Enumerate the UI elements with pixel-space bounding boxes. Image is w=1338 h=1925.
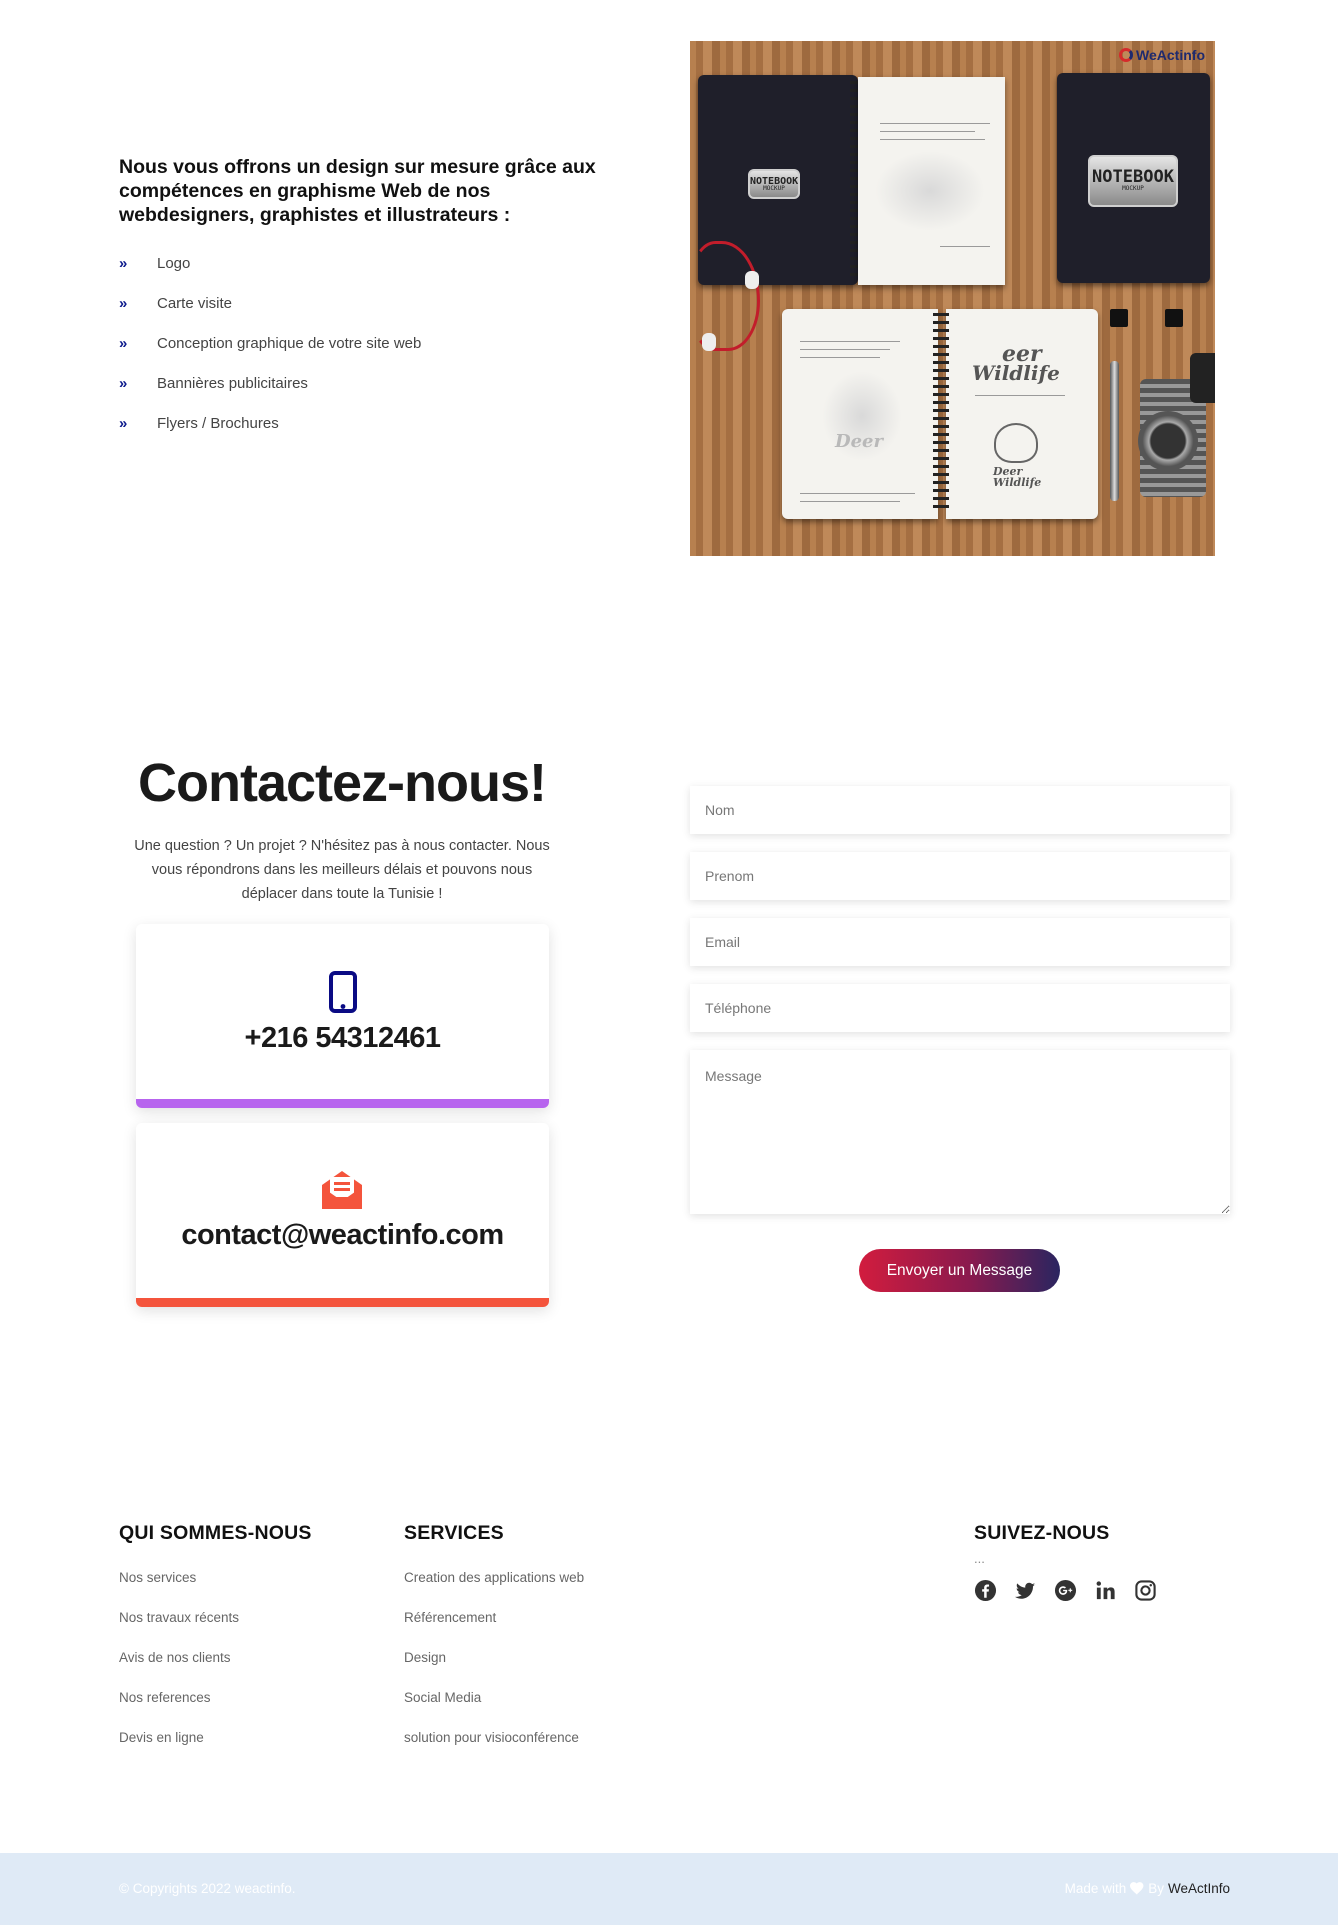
footer-link-design[interactable]: Design — [404, 1638, 584, 1678]
footer-link-referencement[interactable]: Référencement — [404, 1598, 584, 1638]
binder-clip — [1110, 309, 1128, 327]
deer-sketch-text: Deer — [835, 431, 883, 452]
weactinfo-logo: WeActinfo — [1119, 47, 1205, 63]
footer-about-title: QUI SOMMES-NOUS — [119, 1522, 312, 1544]
list-item: » Bannières publicitaires — [119, 363, 629, 403]
phone-card-accent-bar — [136, 1099, 549, 1108]
phone-decoration — [1190, 353, 1215, 403]
footer-about-column: QUI SOMMES-NOUS Nos services Nos travaux… — [119, 1520, 312, 1758]
service-label: Conception graphique de votre site web — [157, 334, 422, 352]
footer-about-links: Nos services Nos travaux récents Avis de… — [119, 1558, 312, 1758]
contact-title: Contactez-nous! — [138, 753, 547, 813]
design-services-list: » Logo » Carte visite » Conception graphiqu… — [119, 243, 629, 443]
watch-face-decoration — [1138, 411, 1198, 471]
double-chevron-right-icon: » — [119, 334, 127, 352]
email-input[interactable] — [690, 918, 1230, 966]
telephone-input[interactable] — [690, 984, 1230, 1032]
copyright-text: © Copyrights 2022 weactinfo. — [119, 1881, 296, 1896]
heart-icon — [1130, 1882, 1144, 1895]
phone-number[interactable]: +216 54312461 — [136, 1022, 549, 1055]
footer-follow-column: SUIVEZ-NOUS ... — [974, 1520, 1157, 1602]
design-heading: Nous vous offrons un design sur mesure g… — [119, 156, 596, 226]
footer-link-avis-clients[interactable]: Avis de nos clients — [119, 1638, 312, 1678]
footer-follow-title: SUIVEZ-NOUS — [974, 1522, 1110, 1544]
prenom-input[interactable] — [690, 852, 1230, 900]
instagram-icon[interactable] — [1134, 1579, 1157, 1602]
list-item: » Conception graphique de votre site web — [119, 323, 629, 363]
logo-swirl-icon — [1119, 48, 1134, 62]
footer-link-visioconference[interactable]: solution pour visioconférence — [404, 1718, 584, 1758]
service-label: Flyers / Brochures — [157, 414, 279, 432]
design-section: Nous vous offrons un design sur mesure g… — [0, 0, 1338, 600]
footer-link-social-media[interactable]: Social Media — [404, 1678, 584, 1718]
list-item: » Logo — [119, 243, 629, 283]
twitter-icon[interactable] — [1014, 1579, 1037, 1602]
contact-form — [690, 786, 1230, 1214]
footer-services-column: SERVICES Creation des applications web R… — [404, 1520, 584, 1758]
notebook-spiral — [933, 313, 949, 513]
nom-input[interactable] — [690, 786, 1230, 834]
contact-intro: Une question ? Un projet ? N'hésitez pas… — [134, 838, 550, 902]
footer-link-references[interactable]: Nos references — [119, 1678, 312, 1718]
message-textarea[interactable] — [690, 1050, 1230, 1214]
made-with-text: Made with — [1064, 1881, 1127, 1896]
made-with-credit: Made with By WeActInfo — [1065, 1881, 1230, 1896]
design-text-block: Nous vous offrons un design sur mesure g… — [119, 155, 629, 443]
footer-link-nos-services[interactable]: Nos services — [119, 1558, 312, 1598]
binder-clip — [1165, 309, 1183, 327]
service-label: Logo — [157, 254, 191, 272]
list-item: » Flyers / Brochures — [119, 403, 629, 443]
double-chevron-right-icon: » — [119, 254, 127, 272]
email-address[interactable]: contact@weactinfo.com — [136, 1219, 549, 1252]
brand-link[interactable]: WeActInfo — [1168, 1881, 1230, 1896]
facebook-icon[interactable] — [974, 1579, 997, 1602]
notebook-badge-right: NOTEBOOK MOCKUP — [1088, 155, 1178, 207]
horse-sketch — [875, 151, 985, 231]
footer-follow-text: ... — [974, 1551, 985, 1566]
notebook-badge-left: NOTEBOOK MOCKUP — [748, 169, 800, 199]
footer-link-devis[interactable]: Devis en ligne — [119, 1718, 312, 1758]
double-chevron-right-icon: » — [119, 414, 127, 432]
copyright-bar: © Copyrights 2022 weactinfo. Made with B… — [0, 1853, 1338, 1925]
social-links — [974, 1579, 1157, 1602]
email-open-icon — [322, 1171, 362, 1209]
earbud-decoration — [745, 271, 759, 289]
footer-link-applications-web[interactable]: Creation des applications web — [404, 1558, 584, 1598]
double-chevron-right-icon: » — [119, 374, 127, 392]
deer-logo-text: Deer Wildlife — [993, 465, 1042, 489]
phone-card[interactable]: +216 54312461 — [136, 924, 549, 1108]
send-message-button[interactable]: Envoyer un Message — [859, 1249, 1060, 1292]
wildlife-title-bottom: Wildlife — [972, 361, 1060, 385]
google-plus-icon[interactable] — [1054, 1579, 1077, 1602]
earbud-decoration — [702, 333, 716, 351]
mobile-phone-icon — [329, 971, 357, 1013]
contact-info: Contactez-nous! Une question ? Un projet… — [119, 740, 565, 906]
double-chevron-right-icon: » — [119, 294, 127, 312]
footer-link-travaux-recents[interactable]: Nos travaux récents — [119, 1598, 312, 1638]
deer-head-icon — [994, 423, 1038, 463]
footer-services-title: SERVICES — [404, 1522, 504, 1544]
footer-services-links: Creation des applications web Référencem… — [404, 1558, 584, 1758]
linkedin-icon[interactable] — [1094, 1579, 1117, 1602]
made-by-text: By — [1148, 1881, 1164, 1896]
service-label: Carte visite — [157, 294, 233, 312]
notebook-mockup-image: WeActinfo NOTEBOOK MOCKUP NOTEBOOK MOCKUP — [690, 41, 1215, 556]
notebook-spiral — [850, 81, 858, 281]
email-card[interactable]: contact@weactinfo.com — [136, 1123, 549, 1307]
service-label: Bannières publicitaires — [157, 374, 308, 392]
list-item: » Carte visite — [119, 283, 629, 323]
email-card-accent-bar — [136, 1298, 549, 1307]
pen-decoration — [1110, 361, 1119, 501]
